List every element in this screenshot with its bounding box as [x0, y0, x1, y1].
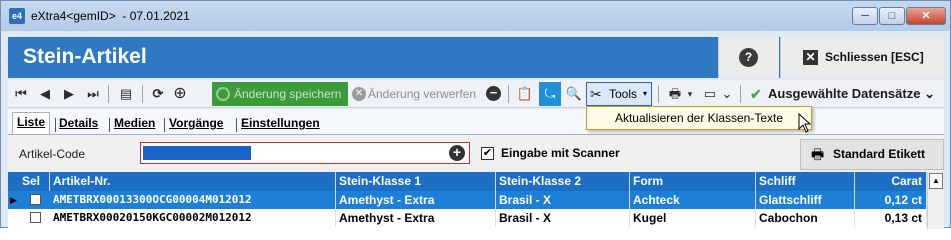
tab-einstellungen[interactable]: Einstellungen — [241, 116, 320, 130]
application-window: e4 eXtra4<gemID> - 07.01.2021 ─ □ ✕ Stei… — [0, 0, 951, 229]
article-code-input[interactable]: + — [140, 142, 470, 164]
window-close-button[interactable]: ✕ — [906, 7, 946, 25]
help-button[interactable]: ? — [718, 37, 779, 78]
scanner-label: Eingabe mit Scanner — [501, 146, 620, 160]
save-changes-button[interactable]: Änderung speichern — [212, 82, 348, 106]
cell-cut: Glattschliff — [756, 191, 855, 209]
current-row-marker: ▶ — [10, 195, 17, 205]
discard-changes-button[interactable]: ✕ Änderung verwerfen — [350, 82, 485, 106]
table-row[interactable]: ▶ AMETBRX00013300OCG00004M012012 Amethys… — [8, 191, 927, 209]
close-esc-label: Schliessen [ESC] — [825, 50, 924, 64]
print-icon[interactable]: 🖶 — [664, 83, 686, 105]
tab-divider — [55, 118, 56, 132]
tools-menu-item-update-class-texts[interactable]: Aktualisieren der Klassen-Texte — [586, 106, 812, 130]
save-changes-label: Änderung speichern — [234, 87, 342, 101]
column-header-cut[interactable]: Schliff — [756, 172, 855, 191]
toolbar-divider — [508, 85, 509, 103]
delete-record-icon[interactable]: − — [486, 86, 501, 101]
table-scrollbar[interactable]: ▲ — [927, 172, 944, 229]
save-icon — [216, 87, 230, 101]
input-selection — [143, 146, 251, 160]
column-header-form[interactable]: Form — [630, 172, 756, 191]
column-header-article-nr[interactable]: Artikel-Nr. — [50, 172, 336, 191]
app-icon: e4 — [9, 8, 25, 24]
help-icon: ? — [739, 48, 758, 67]
row-select-checkbox[interactable] — [30, 194, 41, 205]
cell-stone-class-2: Brasil - X — [496, 209, 630, 227]
tab-liste[interactable]: Liste — [12, 112, 51, 134]
discard-icon: ✕ — [352, 87, 366, 101]
cell-stone-class-1: Amethyst - Extra — [336, 209, 496, 227]
tools-label: Tools — [609, 87, 638, 101]
tab-divider — [164, 118, 165, 132]
previous-record-icon[interactable]: ◀ — [36, 83, 54, 105]
cell-carat: 0,12 ct — [855, 191, 927, 209]
cell-form: Achteck — [630, 191, 756, 209]
minimize-button[interactable]: ─ — [852, 7, 878, 25]
cell-cut: Cabochon — [756, 209, 855, 227]
cell-form: Kugel — [630, 209, 756, 227]
scanner-checkbox[interactable]: ✔ — [481, 147, 494, 160]
toolbar-divider — [740, 85, 741, 103]
table-row[interactable]: AMETBRX00020150KGC00002M012012 Amethyst … — [8, 209, 927, 227]
cell-carat: 0,13 ct — [855, 209, 927, 227]
tab-divider — [236, 118, 237, 132]
first-record-icon[interactable]: ⏮ — [12, 83, 30, 105]
table-header: Sel Artikel-Nr. Stein-Klasse 1 Stein-Kla… — [8, 172, 927, 191]
tools-icon: ✂ — [590, 86, 602, 102]
toolbar-divider — [142, 85, 143, 103]
layout-icon[interactable]: ▭ — [700, 83, 720, 105]
print-dropdown-icon[interactable]: ▾ — [685, 83, 695, 105]
toolbar-divider — [108, 85, 109, 103]
article-table: Sel Artikel-Nr. Stein-Klasse 1 Stein-Kla… — [8, 172, 944, 229]
add-icon[interactable]: + — [449, 145, 465, 161]
list-view-icon[interactable]: ▤ — [116, 83, 136, 105]
refresh-icon[interactable]: ⟳ — [148, 83, 168, 105]
search-icon[interactable]: 🔍 — [564, 83, 584, 105]
selected-records-button[interactable]: ✔ Ausgewählte Datensätze ⌄ — [750, 83, 935, 105]
mouse-cursor-icon — [798, 113, 812, 133]
clipboard-icon[interactable]: 📋 — [515, 83, 535, 105]
layout-dropdown-icon[interactable]: ⌄ — [721, 83, 733, 105]
close-esc-button[interactable]: ✕ Schliessen [ESC] — [780, 37, 944, 78]
selected-records-label: Ausgewählte Datensätze — [768, 86, 921, 101]
row-select-checkbox[interactable] — [30, 212, 41, 223]
standard-label-text: Standard Etikett — [833, 147, 926, 161]
scroll-up-icon[interactable]: ▲ — [929, 173, 943, 189]
chevron-down-icon: ⌄ — [924, 86, 935, 101]
title-bar: e4 eXtra4<gemID> - 07.01.2021 ─ □ ✕ — [1, 1, 950, 31]
tab-vorgaenge[interactable]: Vorgänge — [169, 116, 223, 130]
active-tool-icon[interactable]: ⤿ — [539, 82, 561, 106]
discard-changes-label: Änderung verwerfen — [368, 87, 477, 101]
cell-article-nr: AMETBRX00020150KGC00002M012012 — [50, 209, 336, 227]
column-header-sel[interactable]: Sel — [8, 172, 50, 191]
close-icon: ✕ — [803, 50, 818, 65]
standard-label-button[interactable]: 🖶 Standard Etikett — [800, 139, 944, 170]
tab-details[interactable]: Details — [59, 116, 98, 130]
check-icon: ✔ — [750, 86, 762, 102]
add-record-icon[interactable]: ⊕ — [170, 83, 190, 105]
cell-stone-class-1: Amethyst - Extra — [336, 191, 496, 209]
toolbar: ⏮ ◀ ▶ ⏭ ▤ ⟳ ⊕ Änderung speichern ✕ Änder… — [8, 80, 944, 108]
cell-article-nr: AMETBRX00013300OCG00004M012012 — [50, 191, 336, 209]
tools-dropdown-button[interactable]: ✂ Tools ▾ — [586, 82, 652, 106]
chevron-down-icon: ▾ — [642, 89, 647, 98]
article-code-label: Artikel-Code — [19, 147, 86, 161]
toolbar-divider — [658, 85, 659, 103]
filter-panel: Artikel-Code + ✔ Eingabe mit Scanner 🖶 S… — [8, 134, 944, 172]
column-header-carat[interactable]: Carat — [855, 172, 927, 191]
column-header-stone-class-2[interactable]: Stein-Klasse 2 — [496, 172, 630, 191]
tab-divider — [109, 118, 110, 132]
page-header: Stein-Artikel ? ✕ Schliessen [ESC] — [8, 37, 944, 78]
page-title: Stein-Artikel — [23, 45, 147, 68]
printer-icon: 🖶 — [811, 146, 825, 162]
column-header-stone-class-1[interactable]: Stein-Klasse 1 — [336, 172, 496, 191]
last-record-icon[interactable]: ⏭ — [84, 83, 102, 105]
window-title: eXtra4<gemID> - 07.01.2021 — [31, 9, 190, 23]
cell-stone-class-2: Brasil - X — [496, 191, 630, 209]
maximize-button[interactable]: □ — [879, 7, 905, 25]
tab-medien[interactable]: Medien — [114, 116, 155, 130]
next-record-icon[interactable]: ▶ — [60, 83, 78, 105]
